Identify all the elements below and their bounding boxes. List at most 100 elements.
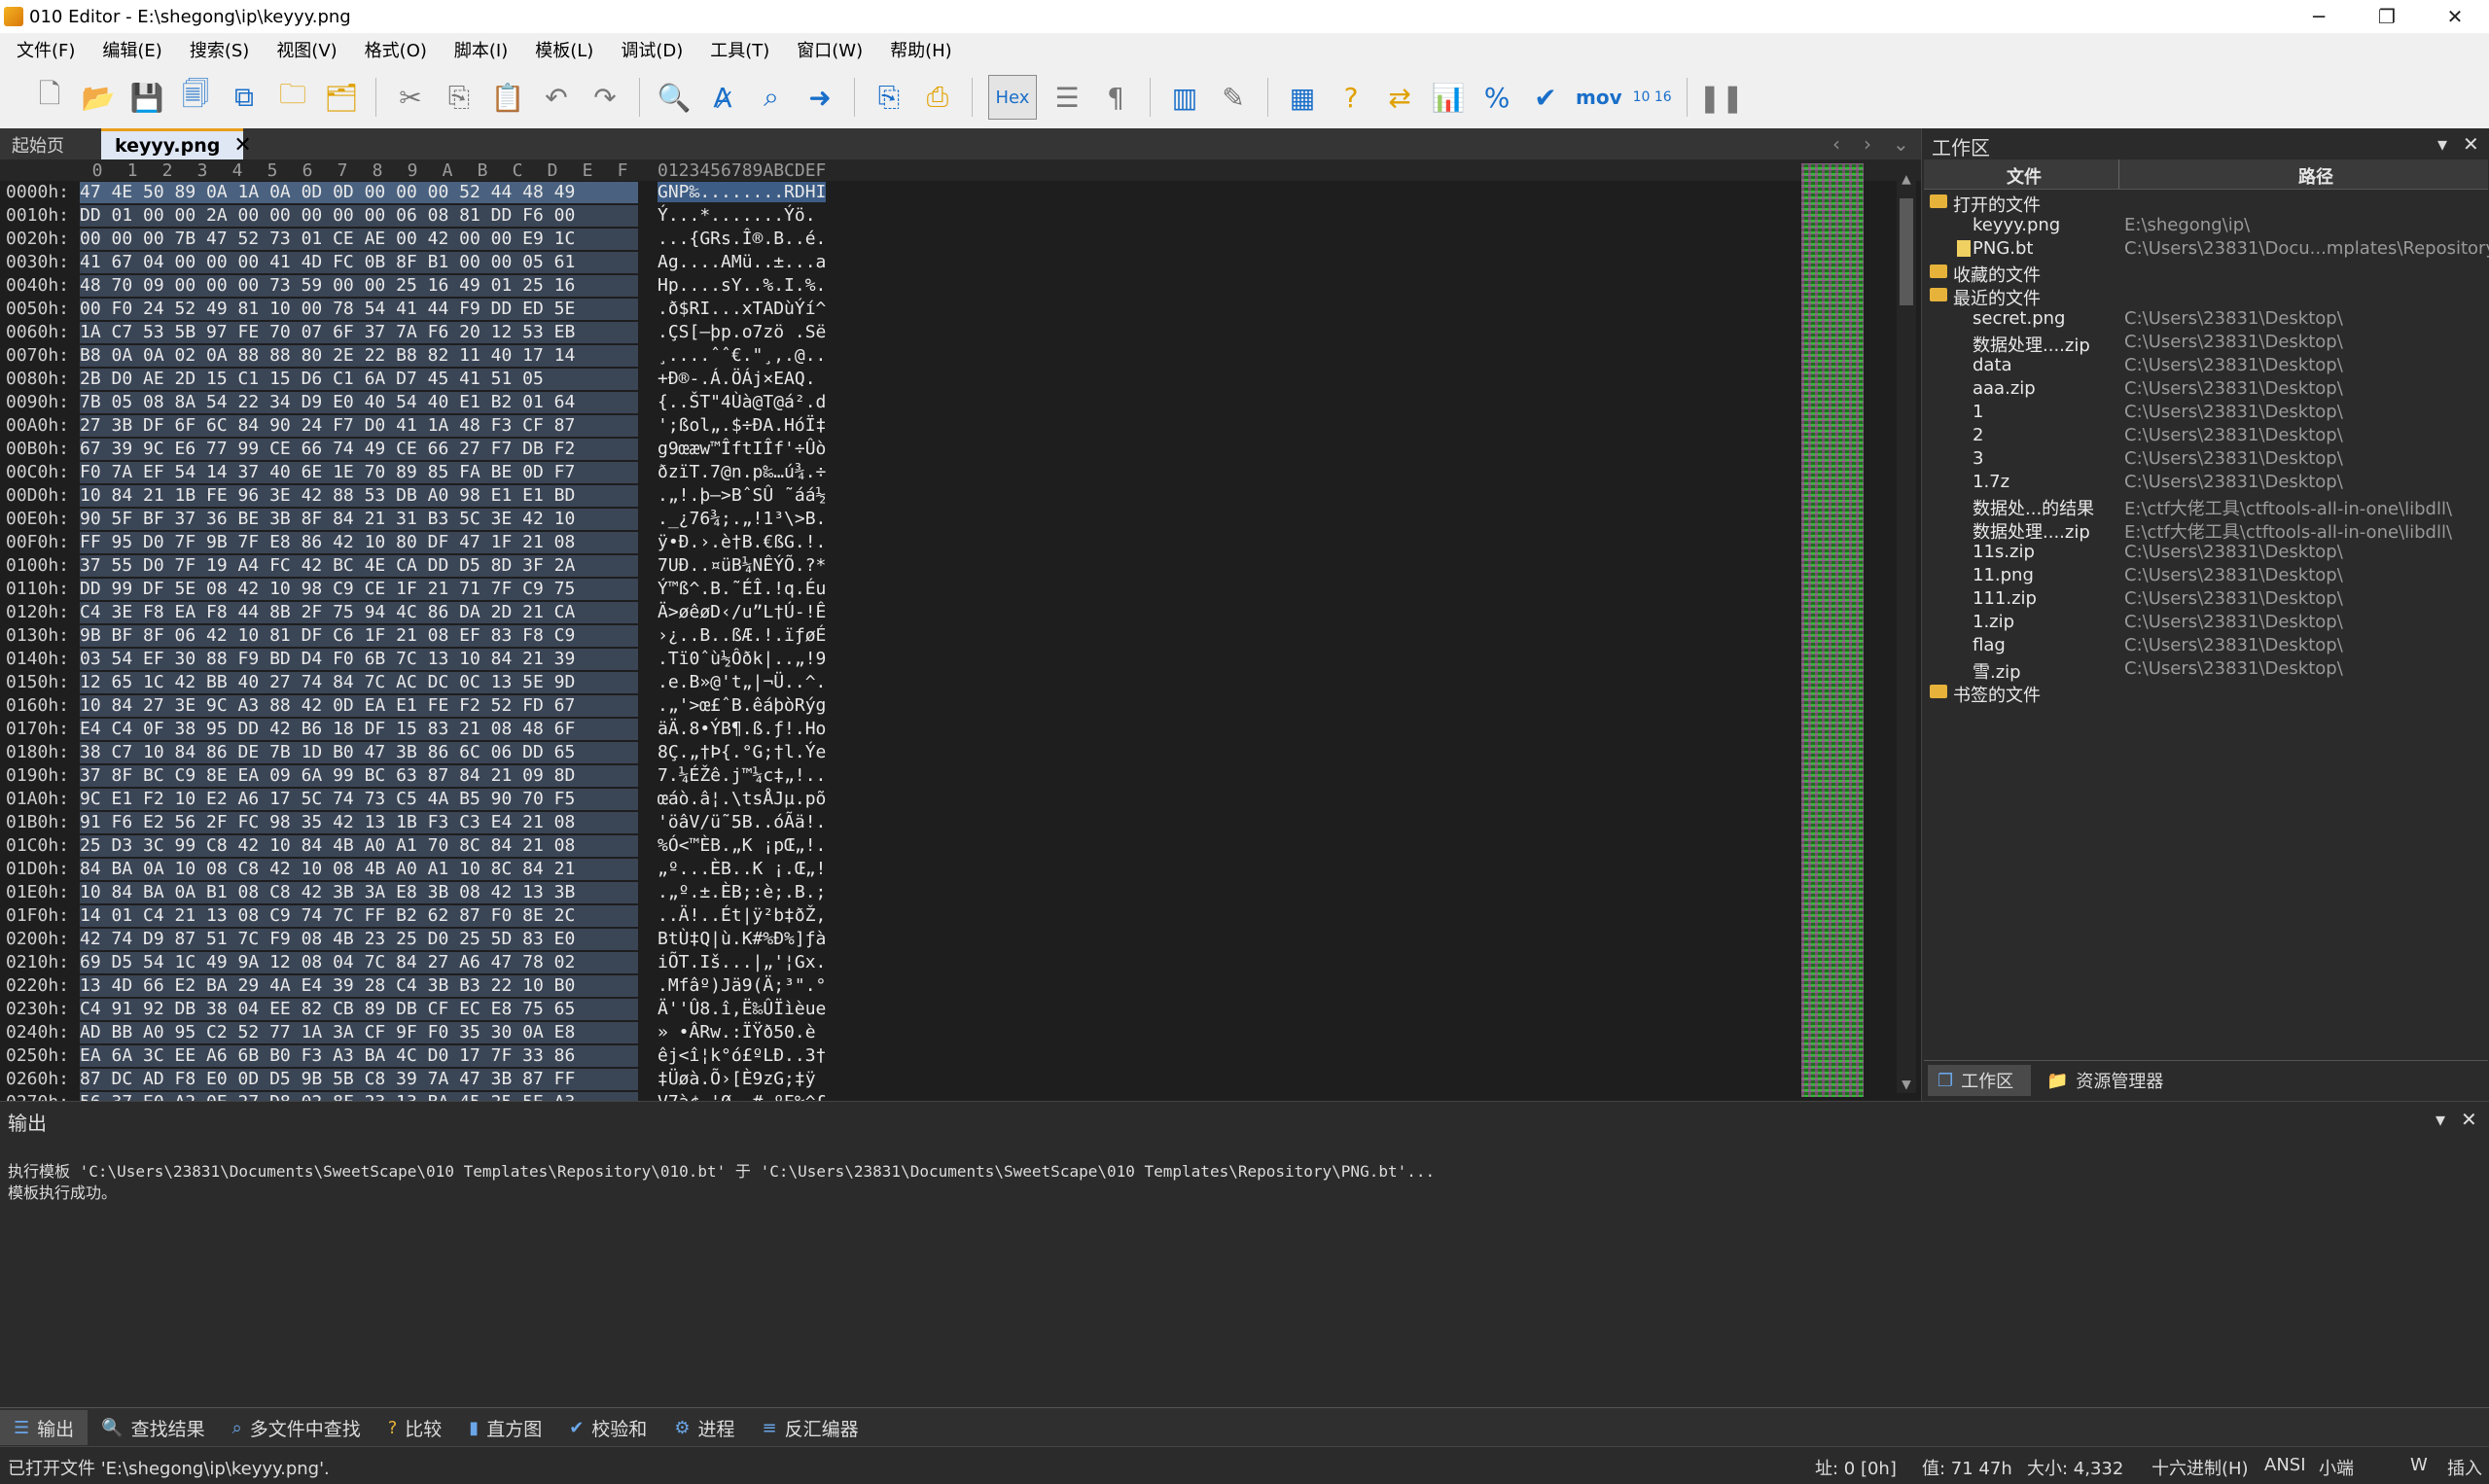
hex-bytes[interactable]: 84 BA 0A 10 08 C8 42 10 08 4B A0 A1 10 8… xyxy=(80,859,638,880)
file-list-item[interactable]: 11s.zip C:\Users\23831\Desktop\ xyxy=(1924,541,2488,564)
paste-icon[interactable]: 📋 xyxy=(486,76,529,119)
columns-icon[interactable]: ▥ xyxy=(1163,76,1206,119)
menu-template[interactable]: 模板(L) xyxy=(518,37,604,62)
compare-icon[interactable]: ⇄ xyxy=(1378,76,1421,119)
hex-bytes[interactable]: E4 C4 0F 38 95 DD 42 B6 18 DF 15 83 21 0… xyxy=(80,719,638,740)
file-list-item[interactable]: 数据处理....zip E:\ctf大佬工具\ctftools-all-in-on… xyxy=(1924,517,2488,543)
tab-output[interactable]: ☰ 输出 xyxy=(0,1410,89,1445)
hex-ascii[interactable]: ._¿76¾;.„!1³\>B. xyxy=(658,509,826,529)
output-close-icon[interactable]: ✕ xyxy=(2461,1108,2477,1131)
hex-ascii[interactable]: %Ó<™ÈB.„K ¡pŒ„!. xyxy=(658,835,826,856)
tab-prev-icon[interactable]: ‹ xyxy=(1832,132,1840,156)
hex-row[interactable]: 0240h: AD BB A0 95 C2 52 77 1A 3A CF 9F F… xyxy=(0,1021,1921,1044)
hex-ascii[interactable]: Ag....AMü..±...a xyxy=(658,252,826,272)
hex-ascii[interactable]: .ÇS[—þp.o7zö .Së xyxy=(658,322,826,342)
status-insert[interactable]: 插入 xyxy=(2447,1455,2482,1480)
hex-bytes[interactable]: 14 01 C4 21 13 08 C9 74 7C FF B2 62 87 F… xyxy=(80,905,638,927)
goto-icon[interactable]: ➜ xyxy=(799,76,841,119)
histogram-icon[interactable]: 📊 xyxy=(1427,76,1470,119)
menu-search[interactable]: 搜索(S) xyxy=(173,37,260,62)
hex-bytes[interactable]: 42 74 D9 87 51 7C F9 08 4B 23 25 D0 25 5… xyxy=(80,929,638,950)
hex-ascii[interactable]: Ý™ß^.B.˜ÉÎ.!q.Éu xyxy=(658,579,826,599)
hex-ascii[interactable]: ­» •ÂRw.:ÏŸð50.è xyxy=(658,1022,816,1042)
close-tab-icon[interactable]: ✕ xyxy=(233,133,251,158)
hex-ascii[interactable]: BtÙ‡Q|ù.K#%Ð%]ƒà xyxy=(658,929,826,949)
hex-row[interactable]: 0090h: 7B 05 08 8A 54 22 34 D9 E0 40 54 4… xyxy=(0,391,1921,414)
col-path[interactable]: 路径 xyxy=(2298,163,2333,189)
hex-ascii[interactable]: Ä''Û8.î‚Ë‰ÛÏìèue xyxy=(658,999,826,1019)
status-encoding[interactable]: ANSI xyxy=(2264,1455,2306,1475)
tab-explorer[interactable]: 📁 资源管理器 xyxy=(2037,1065,2192,1096)
minimize-button[interactable]: ─ xyxy=(2285,0,2353,33)
hex-scrollbar[interactable]: ▲ ▼ xyxy=(1897,169,1916,1093)
hex-bytes[interactable]: 03 54 EF 30 88 F9 BD D4 F0 6B 7C 13 10 8… xyxy=(80,649,638,670)
checksum-icon[interactable]: ✔ xyxy=(1524,76,1567,119)
file-list-item[interactable]: data C:\Users\23831\Desktop\ xyxy=(1924,354,2488,377)
hex-row[interactable]: 01C0h: 25 D3 3C 99 C8 42 10 84 4B A0 A1 7… xyxy=(0,834,1921,858)
hex-ascii[interactable]: .Tï0ˆù½Ôðk|..„!9 xyxy=(658,649,826,669)
hex-ascii[interactable]: .ð$RI...xTADùÝí^ xyxy=(658,299,826,319)
hex-bytes[interactable]: FF 95 D0 7F 9B 7F E8 86 42 10 80 DF 47 1… xyxy=(80,532,638,553)
save-as-icon[interactable]: 🗐 xyxy=(174,76,217,119)
menu-script[interactable]: 脚本(I) xyxy=(438,37,518,62)
file-list-item[interactable]: aaa.zip C:\Users\23831\Desktop\ xyxy=(1924,377,2488,401)
file-list-item[interactable]: 3 C:\Users\23831\Desktop\ xyxy=(1924,447,2488,471)
tab-keyyy-png[interactable]: keyyy.png ✕ xyxy=(101,128,252,159)
panel-close-icon[interactable]: ✕ xyxy=(2463,132,2479,156)
hex-ascii[interactable]: Ý...*.......Ýö. xyxy=(658,205,816,226)
hex-row[interactable]: 0020h: 00 00 00 7B 47 52 73 01 CE AE 00 4… xyxy=(0,228,1921,251)
hex-mode-button[interactable]: Hex xyxy=(988,75,1037,120)
hex-row[interactable]: 01B0h: 91 F6 E2 56 2F FC 98 35 42 13 1B F… xyxy=(0,811,1921,834)
hex-row[interactable]: 0150h: 12 65 1C 42 BB 40 27 74 84 7C AC D… xyxy=(0,671,1921,694)
hex-ascii[interactable]: ..Ä!..Ét|ÿ²b‡ðŽ, xyxy=(658,905,826,926)
hex-row[interactable]: 01D0h: 84 BA 0A 10 08 C8 42 10 08 4B A0 A… xyxy=(0,858,1921,881)
hex-ascii[interactable]: Ä>øêøD‹/u”L†Ú-!Ê xyxy=(658,602,826,622)
scroll-thumb[interactable] xyxy=(1900,198,1913,305)
status-address[interactable]: 址: 0 [0h] xyxy=(1815,1455,1897,1480)
menu-edit[interactable]: 编辑(E) xyxy=(86,37,172,62)
hex-ascii[interactable]: 'öâV/ü˜5B..óÃä!. xyxy=(658,812,826,832)
hex-bytes[interactable]: 37 55 D0 7F 19 A4 FC 42 BC 4E CA DD D5 8… xyxy=(80,555,638,577)
status-size[interactable]: 大小: 4,332 xyxy=(2027,1455,2123,1480)
tab-compare[interactable]: ? 比较 xyxy=(374,1410,456,1445)
tab-find-in-files[interactable]: ⌕ 多文件中查找 xyxy=(219,1410,374,1445)
hex-ascii[interactable]: ‡Ü­øà.Õ›[È9zG;‡ÿ xyxy=(658,1069,816,1089)
hex-ascii[interactable]: .„!.þ–>BˆSÛ ˜áá½ xyxy=(658,485,826,506)
percent-icon[interactable]: % xyxy=(1476,76,1518,119)
disassembler-button[interactable]: mov xyxy=(1576,86,1622,109)
hex-row[interactable]: 0160h: 10 84 27 3E 9C A3 88 42 0D EA E1 F… xyxy=(0,694,1921,718)
tab-start-page[interactable]: 起始页 xyxy=(12,132,64,158)
hex-ascii[interactable]: iÕT.Iš...|„'¦Gx. xyxy=(658,952,826,972)
tab-list-icon[interactable]: ⌄ xyxy=(1893,132,1909,156)
hex-ascii[interactable]: 8Ç.„†Þ{.°G;†l.Ýe xyxy=(658,742,826,762)
tab-workspace[interactable]: ❐ 工作区 xyxy=(1928,1065,2031,1096)
hex-bytes[interactable]: DD 01 00 00 2A 00 00 00 00 00 06 08 81 D… xyxy=(80,205,638,227)
hex-bytes[interactable]: 2B D0 AE 2D 15 C1 15 D6 C1 6A D7 45 41 5… xyxy=(80,369,638,390)
file-list-item[interactable]: 数据处理....zip C:\Users\23831\Desktop\ xyxy=(1924,331,2488,356)
tab-find-results[interactable]: 🔍 查找结果 xyxy=(88,1410,218,1445)
show-whitespace-icon[interactable]: ¶ xyxy=(1094,76,1137,119)
file-minimap[interactable] xyxy=(1801,163,1864,1097)
hex-row[interactable]: 01A0h: 9C E1 F2 10 E2 A6 17 5C 74 73 C5 4… xyxy=(0,788,1921,811)
replace-icon[interactable]: A̷ xyxy=(701,76,744,119)
hex-bytes[interactable]: 1A C7 53 5B 97 FE 70 07 6F 37 7A F6 20 1… xyxy=(80,322,638,343)
hex-bytes[interactable]: 37 8F BC C9 8E EA 09 6A 99 BC 63 87 84 2… xyxy=(80,765,638,787)
hex-bytes[interactable]: 00 F0 24 52 49 81 10 00 78 54 41 44 F9 D… xyxy=(80,299,638,320)
hex-row[interactable]: 0200h: 42 74 D9 87 51 7C F9 08 4B 23 25 D… xyxy=(0,928,1921,951)
hex-row[interactable]: 0120h: C4 3E F8 EA F8 44 8B 2F 75 94 4C 8… xyxy=(0,601,1921,624)
tab-disassembler[interactable]: ≡ 反汇编器 xyxy=(748,1410,871,1445)
hex-row[interactable]: 00F0h: FF 95 D0 7F 9B 7F E8 86 42 10 80 D… xyxy=(0,531,1921,554)
status-width[interactable]: W xyxy=(2410,1455,2428,1475)
hex-ascii[interactable]: .„º.±.ÈB;:è;.B.; xyxy=(658,882,826,902)
hex-ascii[interactable]: äÄ.8•ÝB¶.ß.ƒ!.Ho xyxy=(658,719,826,739)
save-all-icon[interactable]: ⧉ xyxy=(223,76,266,119)
hex-row[interactable]: 0080h: 2B D0 AE 2D 15 C1 15 D6 C1 6A D7 4… xyxy=(0,368,1921,391)
text-mode-icon[interactable]: ☰ xyxy=(1046,76,1088,119)
hex-ascii[interactable]: ¸....ˆˆ€."¸‚.@.. xyxy=(658,345,826,366)
hex-row[interactable]: 0060h: 1A C7 53 5B 97 FE 70 07 6F 37 7A F… xyxy=(0,321,1921,344)
menu-tools[interactable]: 工具(T) xyxy=(693,37,780,62)
hex-bytes[interactable]: 38 C7 10 84 86 DE 7B 1D B0 47 3B 86 6C 0… xyxy=(80,742,638,763)
tree-open-files[interactable]: 打开的文件 xyxy=(1924,191,2488,216)
undo-icon[interactable]: ↶ xyxy=(535,76,578,119)
hex-row[interactable]: 0250h: EA 6A 3C EE A6 6B B0 F3 A3 BA 4C D… xyxy=(0,1044,1921,1068)
